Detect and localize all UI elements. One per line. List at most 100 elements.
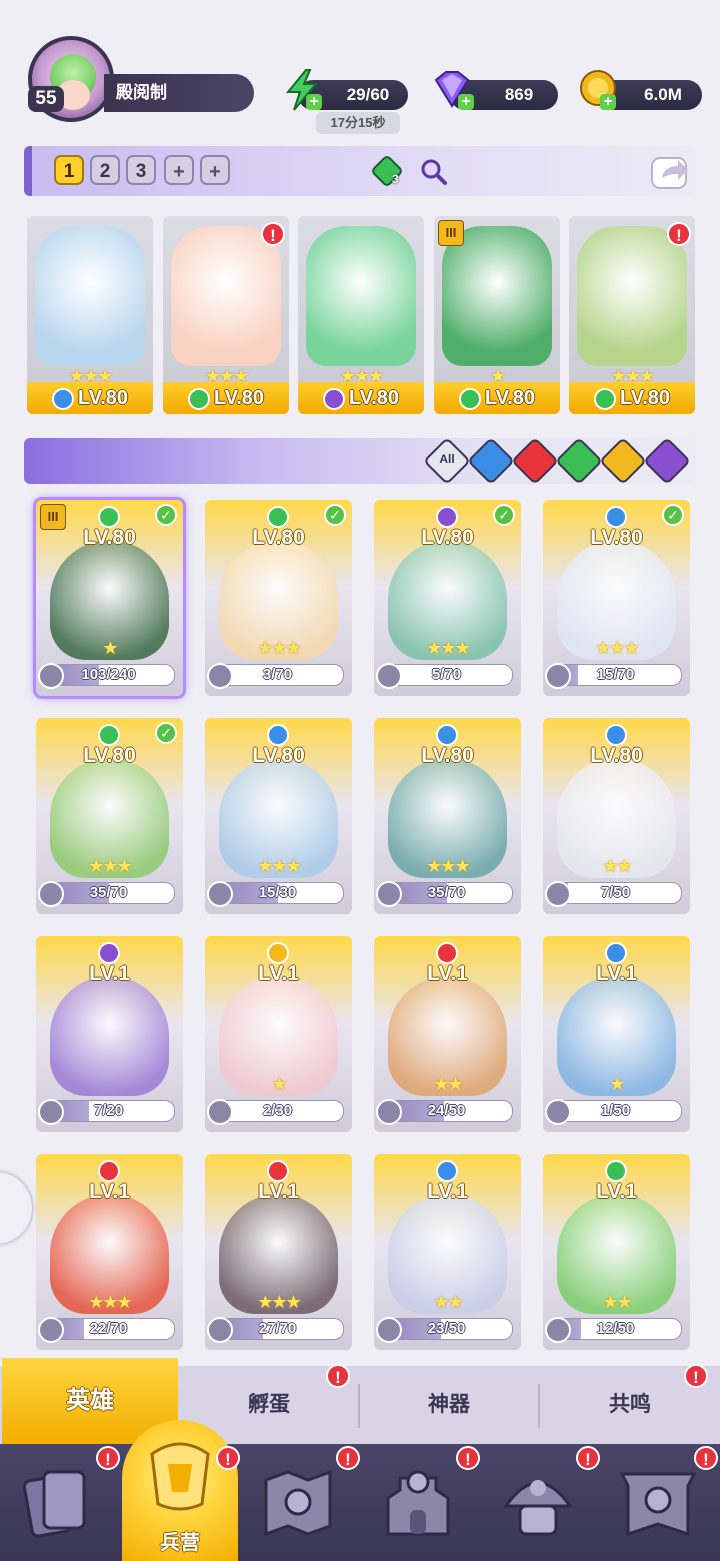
resonance-alert-badge: ! — [684, 1364, 708, 1388]
hero-level-bar: LV.80 — [569, 382, 695, 414]
hero-level: LV.1 — [596, 962, 637, 985]
tier-badge: III — [438, 220, 464, 246]
shard-icon — [376, 663, 402, 689]
shard-icon — [207, 1317, 233, 1343]
hero-card[interactable]: LV.80 ★★★ 15/30 — [205, 718, 352, 914]
tab-artifacts[interactable]: 神器 — [360, 1366, 538, 1444]
hero-card[interactable]: LV.1 ★★ 12/50 — [543, 1154, 690, 1350]
hero-card[interactable]: LV.1 ★ 2/30 — [205, 936, 352, 1132]
gem-value: 869 — [504, 85, 534, 104]
gold-value: 6.0M — [644, 85, 682, 104]
hero-card[interactable]: LV.80 ★★ 7/50 — [543, 718, 690, 914]
hero-portrait — [442, 226, 552, 366]
in-team-check-icon: ✓ — [155, 722, 177, 744]
barracks-icon — [150, 1442, 210, 1511]
hero-level: LV.80 — [590, 526, 643, 549]
hero-stars: ★★★ — [257, 1292, 301, 1312]
hero-card[interactable]: LV.1 7/20 — [36, 936, 183, 1132]
hero-level-bar: LV.80 — [27, 382, 153, 414]
floating-helper-avatar[interactable] — [0, 1172, 32, 1244]
hero-stars: ★★ — [602, 856, 632, 876]
hero-level-bar: LV.80 — [434, 382, 560, 414]
hero-stars: ★★ — [433, 1292, 463, 1312]
share-icon[interactable] — [648, 150, 692, 192]
team-tab-add-2[interactable]: + — [200, 155, 230, 185]
team-slot-5[interactable]: ★★★ LV.80! — [569, 216, 695, 414]
tier-badge: III — [40, 504, 66, 530]
map-icon — [264, 1469, 332, 1537]
nav-castle[interactable] — [360, 1456, 470, 1556]
nav-guild-alert: ! — [694, 1446, 718, 1470]
hero-level: LV.80 — [213, 387, 265, 409]
water-element-icon — [436, 724, 458, 746]
hero-level: LV.1 — [258, 1180, 299, 1203]
hero-card[interactable]: LV.80 ★★★ 35/70 ✓ — [36, 718, 183, 914]
hero-portrait — [171, 226, 281, 366]
hero-card[interactable]: LV.1 ★★ 23/50 — [374, 1154, 521, 1350]
hero-card[interactable]: LV.1 ★ 1/50 — [543, 936, 690, 1132]
hero-level: LV.1 — [89, 1180, 130, 1203]
hero-level: LV.80 — [252, 744, 305, 767]
hero-level-bar: LV.80 — [298, 382, 424, 414]
clover-dice-icon[interactable] — [370, 154, 406, 190]
shard-icon — [38, 1317, 64, 1343]
mushroom-house-icon — [503, 1480, 573, 1536]
wind-element-icon — [605, 1160, 627, 1182]
hero-card[interactable]: LV.80 ★★★ 5/70 ✓ — [374, 500, 521, 696]
hero-card[interactable]: LV.1 ★★ 24/50 — [374, 936, 521, 1132]
hero-level-bar: LV.80 — [163, 382, 289, 414]
hero-level: LV.1 — [427, 1180, 468, 1203]
hero-card[interactable]: LV.80 ★★★ 35/70 — [374, 718, 521, 914]
team-tab-add-1[interactable]: + — [164, 155, 194, 185]
hero-card[interactable]: LV.80 ★ 103/240 ✓ III — [36, 500, 183, 696]
cards-icon — [22, 1470, 86, 1538]
team-tab-2[interactable]: 2 — [90, 155, 120, 185]
castle-icon — [386, 1470, 450, 1536]
team-slot-3[interactable]: ★★★ LV.80 — [298, 216, 424, 414]
hero-stars: ★★ — [433, 1074, 463, 1094]
hero-stars: ★★★ — [257, 856, 301, 876]
nav-mushroom-house[interactable] — [480, 1456, 590, 1556]
hero-level: LV.1 — [89, 962, 130, 985]
shard-icon — [545, 881, 571, 907]
hero-card[interactable]: LV.1 ★★★ 22/70 — [36, 1154, 183, 1350]
hero-portrait — [35, 226, 145, 366]
nav-cards[interactable] — [0, 1456, 110, 1556]
team-tab-1[interactable]: 1 — [54, 155, 84, 185]
player-name[interactable]: 殿阅制 — [104, 74, 254, 112]
shard-icon — [38, 663, 64, 689]
hero-stars: ★★★ — [595, 638, 639, 658]
shard-icon — [38, 881, 64, 907]
hero-card[interactable]: LV.1 ★★★ 27/70 — [205, 1154, 352, 1350]
team-bar — [24, 146, 696, 196]
shard-icon — [545, 1099, 571, 1125]
shard-icon — [376, 881, 402, 907]
water-element-icon — [436, 1160, 458, 1182]
team-tab-3[interactable]: 3 — [126, 155, 156, 185]
shard-icon — [207, 881, 233, 907]
hero-level: LV.80 — [252, 526, 305, 549]
add-gold-icon[interactable]: + — [600, 94, 616, 110]
hero-level: LV.80 — [619, 387, 671, 409]
shard-icon — [545, 1317, 571, 1343]
team-slot-4[interactable]: ★ LV.80 III — [434, 216, 560, 414]
search-icon[interactable] — [418, 156, 450, 188]
hero-stars: ★★ — [602, 1292, 632, 1312]
in-team-check-icon: ✓ — [324, 504, 346, 526]
team-slot-1[interactable]: ★★★ LV.80 — [27, 216, 153, 414]
nav-map[interactable] — [240, 1456, 350, 1556]
filter-all-label: All — [439, 452, 455, 466]
fire-element-icon — [436, 942, 458, 964]
nav-guild[interactable] — [600, 1456, 710, 1556]
water-element-icon — [605, 724, 627, 746]
add-gems-icon[interactable]: + — [458, 94, 474, 110]
hero-card[interactable]: LV.80 ★★★ 3/70 ✓ — [205, 500, 352, 696]
shard-icon — [207, 1099, 233, 1125]
hero-card[interactable]: LV.80 ★★★ 15/70 ✓ — [543, 500, 690, 696]
team-slot-2[interactable]: ★★★ LV.80! — [163, 216, 289, 414]
water-element-icon — [605, 942, 627, 964]
add-energy-icon[interactable]: + — [306, 94, 322, 110]
light-element-icon — [267, 942, 289, 964]
hero-stars: ★ — [609, 1074, 625, 1094]
nav-mushroom-alert: ! — [576, 1446, 600, 1470]
